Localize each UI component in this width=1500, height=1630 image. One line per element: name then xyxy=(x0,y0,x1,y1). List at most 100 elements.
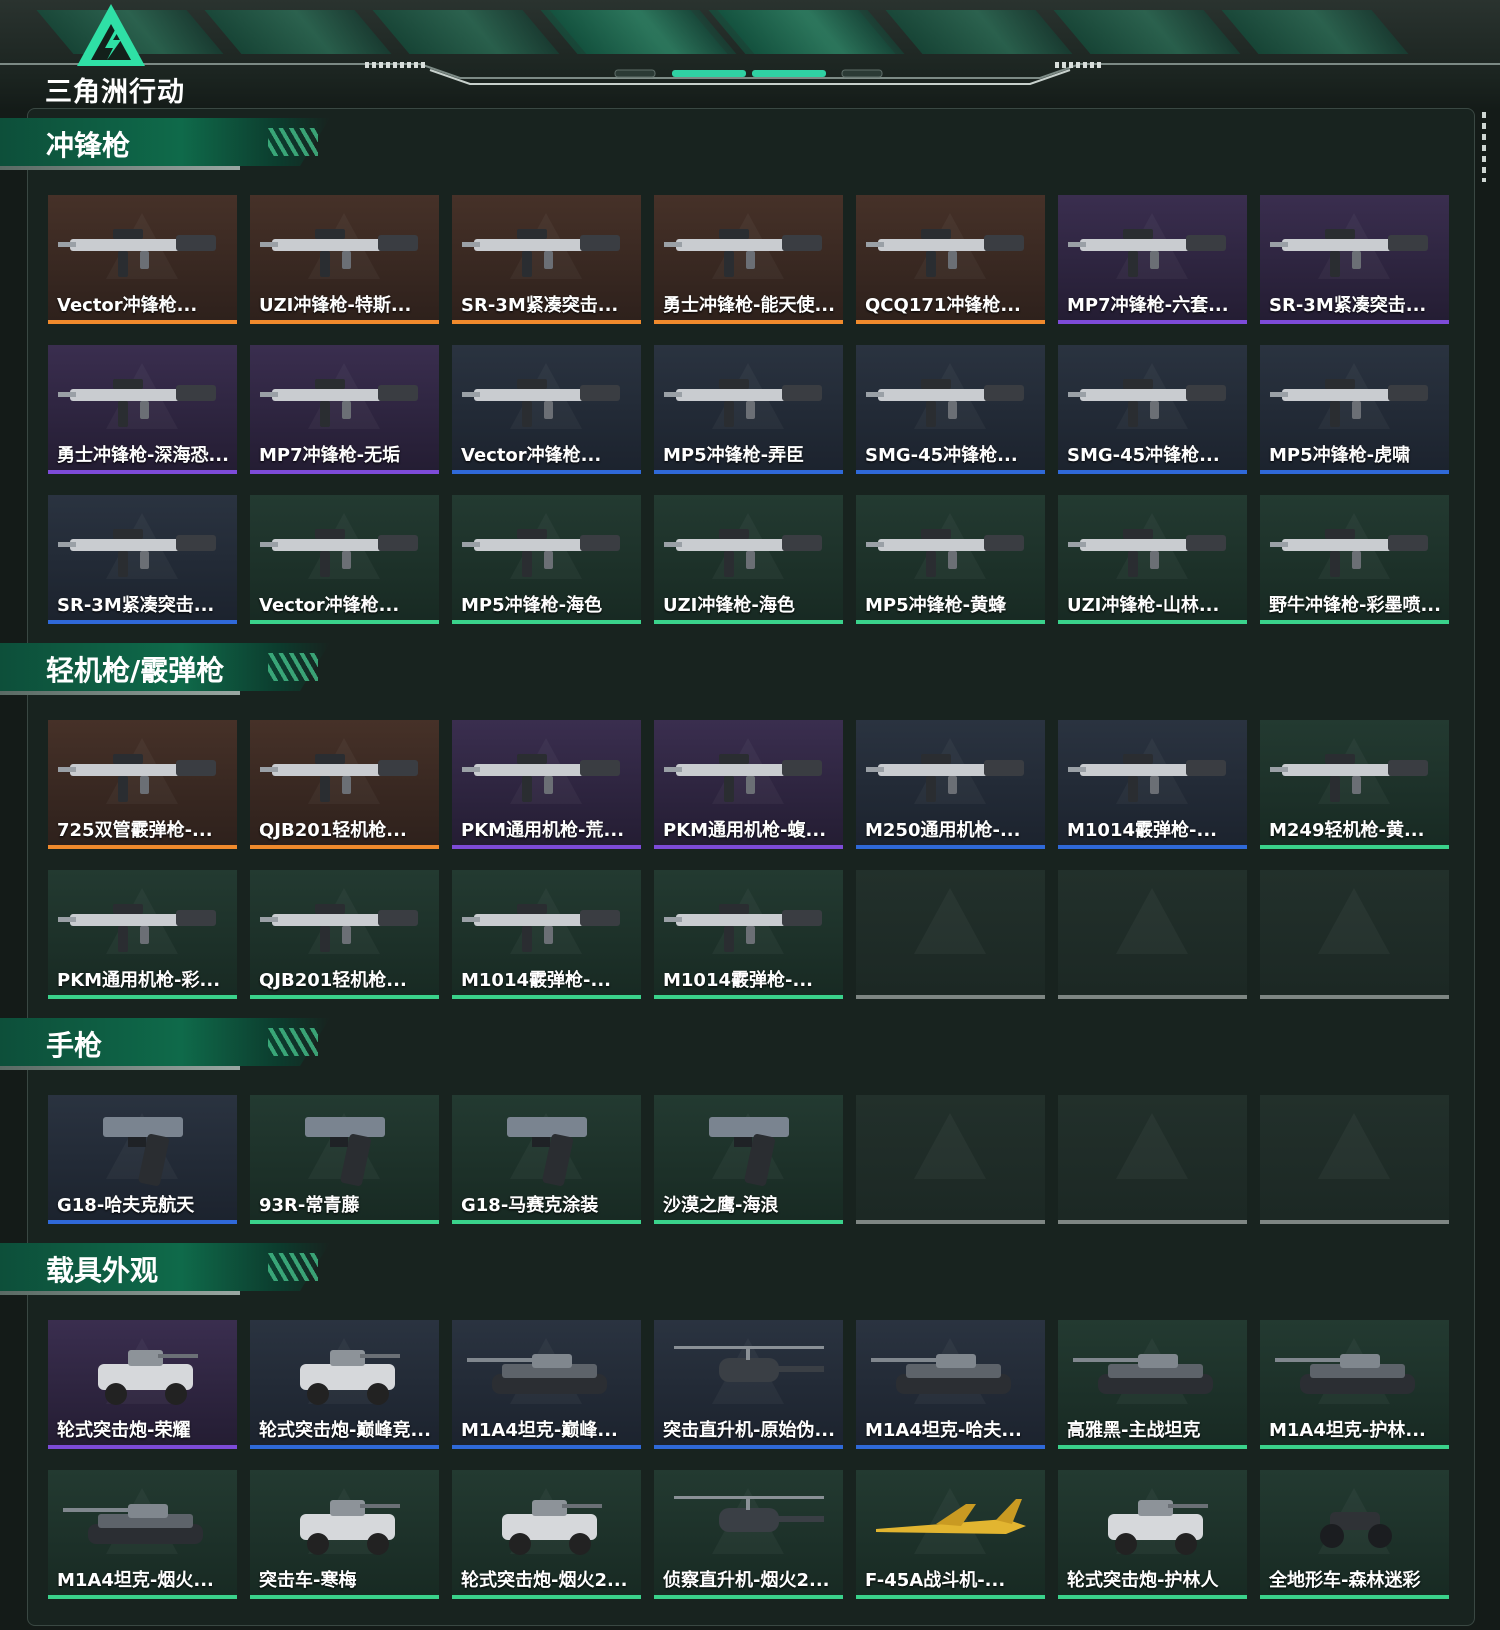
item-tile[interactable]: SR-3M紧凑突击... xyxy=(48,495,237,624)
item-tile[interactable]: 野牛冲锋枪-彩墨喷... xyxy=(1260,495,1449,624)
item-name: G18-马赛克涂装 xyxy=(461,1195,599,1216)
item-tile[interactable]: 勇士冲锋枪-深海恐... xyxy=(48,345,237,474)
item-name: PKM通用机枪-荒... xyxy=(461,820,625,841)
item-name: SR-3M紧凑突击... xyxy=(57,595,215,616)
item-name: 725双管霰弹枪-... xyxy=(57,820,213,841)
banner-stripes-right xyxy=(549,10,1409,54)
item-tile[interactable]: 侦察直升机-烟火2... xyxy=(654,1470,843,1599)
item-tile[interactable]: PKM通用机枪-荒... xyxy=(452,720,641,849)
gun-icon xyxy=(664,884,833,962)
item-tile[interactable]: PKM通用机枪-彩... xyxy=(48,870,237,999)
item-tile[interactable]: 轮式突击炮-荣耀 xyxy=(48,1320,237,1449)
item-tile[interactable]: Vector冲锋枪... xyxy=(452,345,641,474)
item-name: 高雅黑-主战坦克 xyxy=(1067,1420,1201,1441)
gun-icon xyxy=(260,509,429,587)
gun-icon xyxy=(58,209,227,287)
item-tile[interactable]: PKM通用机枪-蝮... xyxy=(654,720,843,849)
item-tile[interactable]: MP5冲锋枪-弄臣 xyxy=(654,345,843,474)
item-name: 勇士冲锋枪-能天使... xyxy=(663,295,835,316)
item-tile[interactable]: MP5冲锋枪-黄蜂 xyxy=(856,495,1045,624)
gun-icon xyxy=(664,359,833,437)
item-tile[interactable]: QCQ171冲锋枪... xyxy=(856,195,1045,324)
tank-icon xyxy=(1068,1334,1237,1412)
section-header-lmg-shotgun: 轻机枪/霰弹枪 xyxy=(0,643,330,695)
item-tile[interactable]: 轮式突击炮-巅峰竞... xyxy=(250,1320,439,1449)
item-name: MP5冲锋枪-海色 xyxy=(461,595,603,616)
gun-icon xyxy=(58,359,227,437)
section-header-smg: 冲锋枪 xyxy=(0,118,330,170)
item-name: MP7冲锋枪-无垢 xyxy=(259,445,401,466)
section-title: 轻机枪/霰弹枪 xyxy=(46,654,225,687)
section-title: 手枪 xyxy=(46,1029,103,1062)
item-name: MP7冲锋枪-六套... xyxy=(1067,295,1229,316)
item-tile[interactable]: M1014霰弹枪-... xyxy=(654,870,843,999)
section-title: 冲锋枪 xyxy=(46,129,131,162)
gun-icon xyxy=(1068,209,1237,287)
vehicle-icon xyxy=(58,1334,227,1412)
item-tile[interactable]: SR-3M紧凑突击... xyxy=(452,195,641,324)
item-name: MP5冲锋枪-黄蜂 xyxy=(865,595,1007,616)
vehicle-grid: 轮式突击炮-荣耀 轮式突击炮-巅峰竞... M1A4坦克-巅峰... 突击直升机-原始… xyxy=(48,1320,1449,1599)
item-name: 沙漠之鹰-海浪 xyxy=(663,1195,779,1216)
item-name: M249轻机枪-黄... xyxy=(1269,820,1425,841)
item-name: Vector冲锋枪... xyxy=(461,445,602,466)
item-tile[interactable]: QJB201轻机枪... xyxy=(250,870,439,999)
empty-slot xyxy=(856,870,1045,999)
item-tile[interactable]: Vector冲锋枪... xyxy=(250,495,439,624)
item-tile[interactable]: MP7冲锋枪-六套... xyxy=(1058,195,1247,324)
item-name: Vector冲锋枪... xyxy=(259,595,400,616)
game-logo: 三角洲行动 xyxy=(45,2,185,108)
item-tile[interactable]: 轮式突击炮-烟火2... xyxy=(452,1470,641,1599)
item-tile[interactable]: M1A4坦克-哈夫... xyxy=(856,1320,1045,1449)
item-tile[interactable]: UZI冲锋枪-特斯... xyxy=(250,195,439,324)
item-tile[interactable]: UZI冲锋枪-海色 xyxy=(654,495,843,624)
item-tile[interactable]: SMG-45冲锋枪... xyxy=(1058,345,1247,474)
item-name: 全地形车-森林迷彩 xyxy=(1269,1570,1421,1591)
item-tile[interactable]: 高雅黑-主战坦克 xyxy=(1058,1320,1247,1449)
item-name: PKM通用机枪-蝮... xyxy=(663,820,827,841)
item-tile[interactable]: 全地形车-森林迷彩 xyxy=(1260,1470,1449,1599)
item-tile[interactable]: F-45A战斗机-... xyxy=(856,1470,1045,1599)
item-tile[interactable]: M1A4坦克-巅峰... xyxy=(452,1320,641,1449)
item-tile[interactable]: MP5冲锋枪-虎啸 xyxy=(1260,345,1449,474)
item-tile[interactable]: UZI冲锋枪-山林... xyxy=(1058,495,1247,624)
gun-icon xyxy=(260,884,429,962)
item-tile[interactable]: 93R-常青藤 xyxy=(250,1095,439,1224)
item-tile[interactable]: SR-3M紧凑突击... xyxy=(1260,195,1449,324)
item-tile[interactable]: M1014霰弹枪-... xyxy=(1058,720,1247,849)
item-name: UZI冲锋枪-山林... xyxy=(1067,595,1220,616)
item-tile[interactable]: M250通用机枪-... xyxy=(856,720,1045,849)
item-tile[interactable]: SMG-45冲锋枪... xyxy=(856,345,1045,474)
gun-icon xyxy=(58,734,227,812)
item-tile[interactable]: M1A4坦克-烟火... xyxy=(48,1470,237,1599)
item-name: M1A4坦克-巅峰... xyxy=(461,1420,618,1441)
item-tile[interactable]: 勇士冲锋枪-能天使... xyxy=(654,195,843,324)
item-tile[interactable]: MP7冲锋枪-无垢 xyxy=(250,345,439,474)
item-tile[interactable]: 突击直升机-原始伪... xyxy=(654,1320,843,1449)
item-name: M1A4坦克-烟火... xyxy=(57,1570,214,1591)
item-tile[interactable]: M1A4坦克-护林... xyxy=(1260,1320,1449,1449)
helicopter-icon xyxy=(664,1484,833,1562)
item-tile[interactable]: M1014霰弹枪-... xyxy=(452,870,641,999)
empty-slot xyxy=(1058,1095,1247,1224)
item-tile[interactable]: G18-马赛克涂装 xyxy=(452,1095,641,1224)
pistol-icon xyxy=(58,1109,227,1187)
scrollbar[interactable] xyxy=(1482,112,1486,182)
item-tile[interactable]: G18-哈夫克航天 xyxy=(48,1095,237,1224)
empty-slot xyxy=(1260,870,1449,999)
item-tile[interactable]: Vector冲锋枪... xyxy=(48,195,237,324)
item-name: MP5冲锋枪-弄臣 xyxy=(663,445,805,466)
item-tile[interactable]: 轮式突击炮-护林人 xyxy=(1058,1470,1247,1599)
gun-icon xyxy=(866,734,1035,812)
item-tile[interactable]: QJB201轻机枪... xyxy=(250,720,439,849)
item-tile[interactable]: 突击车-寒梅 xyxy=(250,1470,439,1599)
item-tile[interactable]: M249轻机枪-黄... xyxy=(1260,720,1449,849)
logo-text: 三角洲行动 xyxy=(45,77,185,108)
vehicle-icon xyxy=(462,1484,631,1562)
item-name: 轮式突击炮-巅峰竞... xyxy=(259,1420,431,1441)
item-tile[interactable]: 沙漠之鹰-海浪 xyxy=(654,1095,843,1224)
pistol-icon xyxy=(462,1109,631,1187)
lmg-shotgun-grid: 725双管霰弹枪-... QJB201轻机枪... PKM通用机枪-荒... PKM通… xyxy=(48,720,1449,999)
item-tile[interactable]: 725双管霰弹枪-... xyxy=(48,720,237,849)
item-tile[interactable]: MP5冲锋枪-海色 xyxy=(452,495,641,624)
